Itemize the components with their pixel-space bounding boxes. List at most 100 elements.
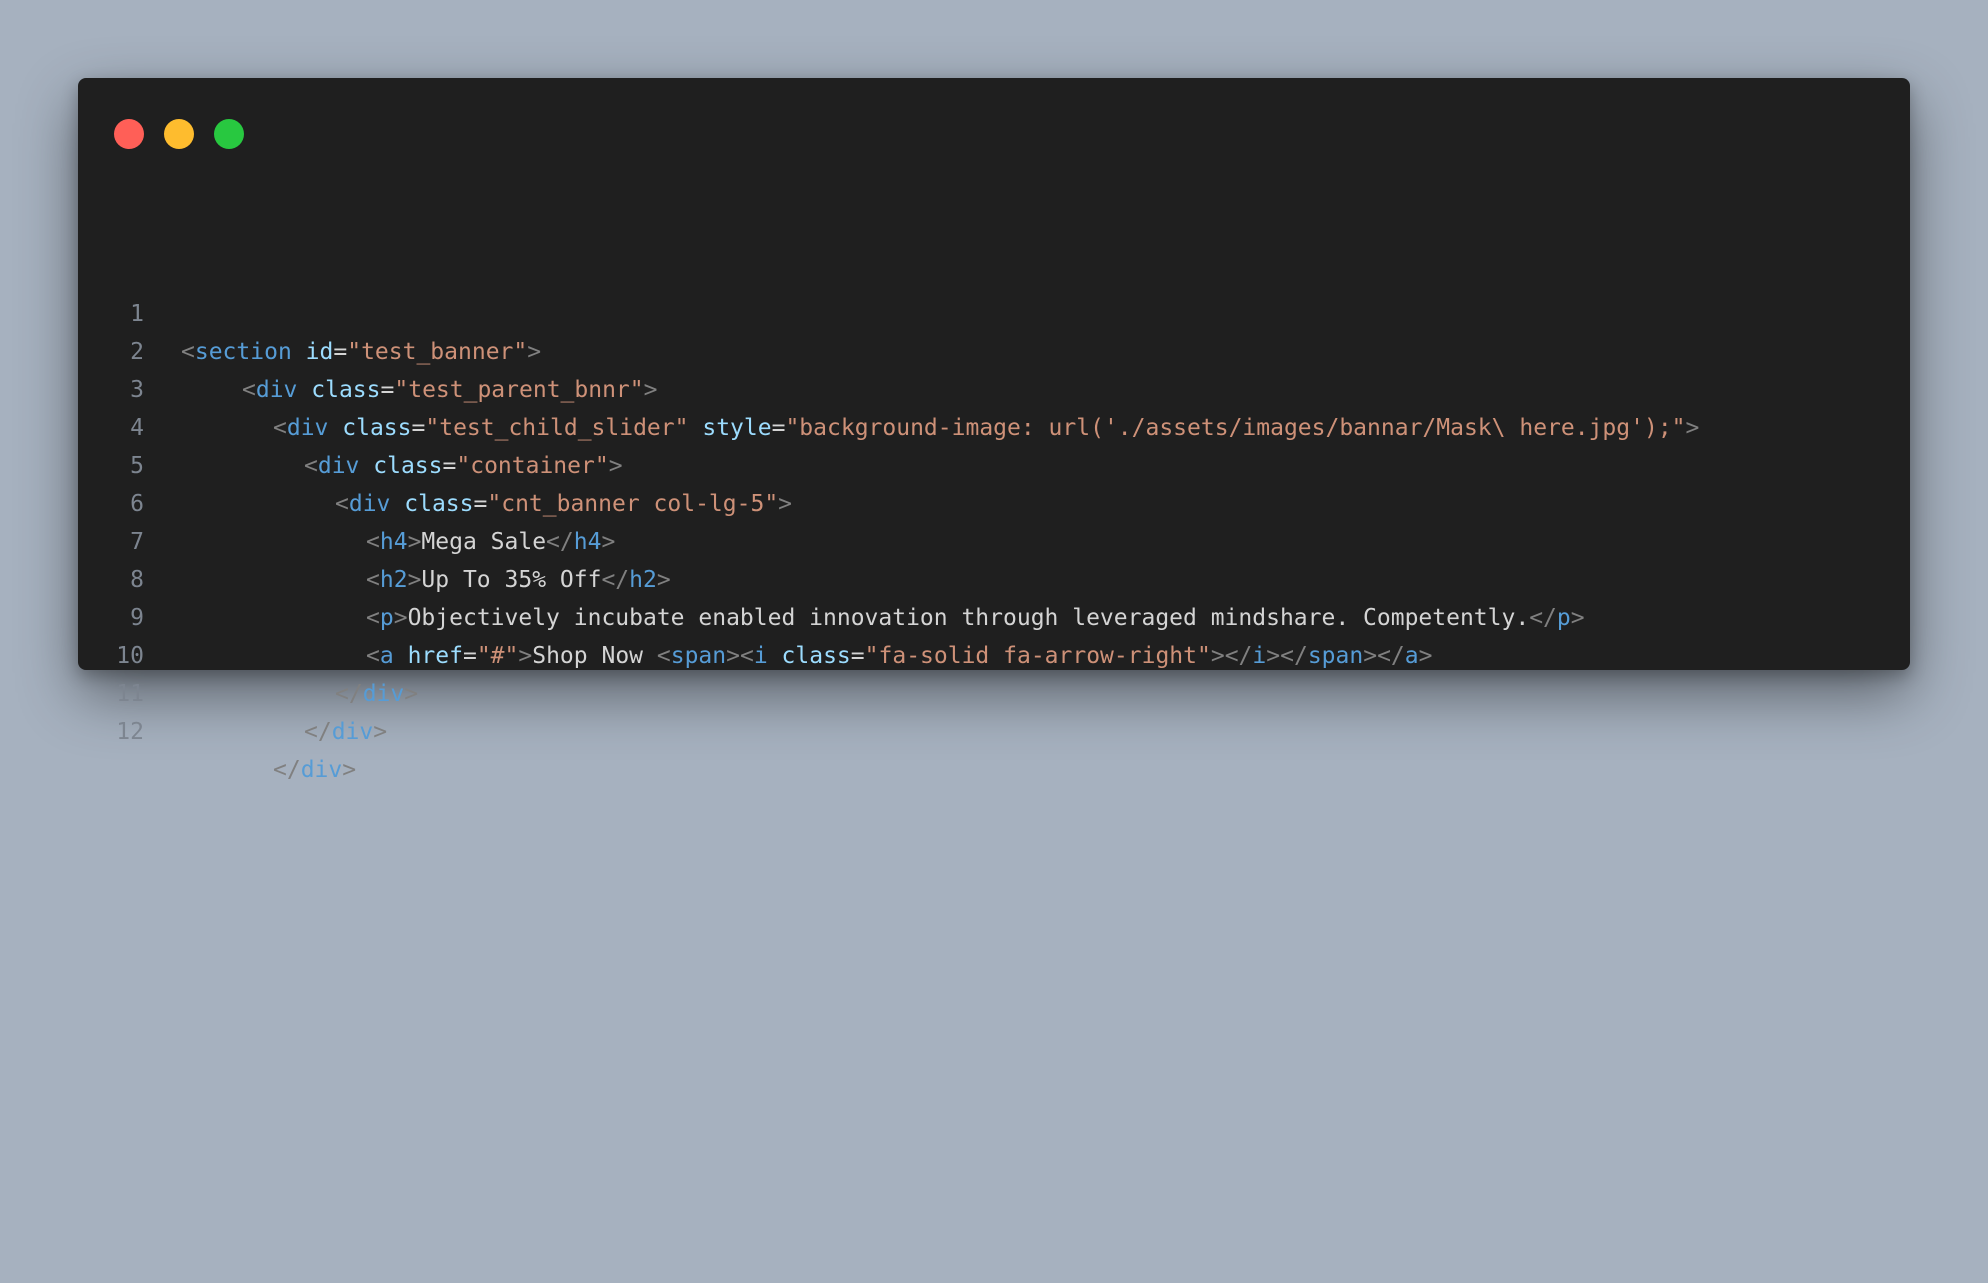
code-token: div [331, 719, 374, 745]
code-token: a [379, 643, 394, 669]
code-text: <section id="test_banner"> [181, 333, 541, 371]
code-token: = [473, 491, 488, 517]
code-token: href [407, 643, 463, 669]
close-dot-icon[interactable] [114, 119, 144, 149]
code-token: > [1210, 643, 1225, 669]
code-line: 7 <h2>Up To 35% Off</h2> [78, 485, 671, 593]
line-number: 12 [116, 719, 144, 745]
code-line: 4 <div class="container"> [78, 371, 622, 479]
code-token: Mega Sale [421, 529, 547, 555]
code-token: Shop Now [532, 643, 657, 669]
code-token: > [407, 567, 422, 593]
code-token: > [1570, 605, 1585, 631]
code-token: > [608, 453, 623, 479]
code-token: < [366, 567, 380, 593]
code-token: h4 [379, 529, 408, 555]
code-token: = [411, 415, 426, 441]
code-token: class [311, 377, 381, 403]
code-text: <div class="test_parent_bnnr"> [242, 371, 657, 409]
code-text: <a href="#">Shop Now <span><i class="fa-… [366, 637, 1433, 675]
code-token: = [771, 415, 786, 441]
code-token: < [304, 453, 318, 479]
code-token: > [518, 643, 533, 669]
code-token: > [407, 529, 422, 555]
code-token: div [362, 681, 405, 707]
code-token: div [300, 757, 343, 783]
code-token: > [1418, 643, 1433, 669]
code-text: </div> [335, 675, 418, 713]
code-token: > [601, 529, 616, 555]
code-text: <div class="container"> [304, 447, 623, 485]
code-text: <div class="test_child_slider" style="ba… [273, 409, 1699, 447]
code-line: 8 <p>Objectively incubate enabled innova… [78, 523, 1584, 631]
code-text: <div class="cnt_banner col-lg-5"> [335, 485, 792, 523]
code-token: h2 [379, 567, 408, 593]
code-token: </ [1224, 643, 1253, 669]
code-token: > [527, 339, 542, 365]
code-token: "#" [476, 643, 519, 669]
code-line: 3 <div class="test_child_slider" style="… [78, 333, 1699, 441]
code-token: p [1556, 605, 1571, 631]
code-token: < [335, 491, 349, 517]
code-token: a [1404, 643, 1419, 669]
code-token: = [462, 643, 477, 669]
code-text: <h4>Mega Sale</h4> [366, 523, 615, 561]
code-line: 5 <div class="cnt_banner col-lg-5"> [78, 409, 792, 517]
code-token: class [781, 643, 851, 669]
code-token: </ [1280, 643, 1308, 669]
code-token: < [656, 643, 671, 669]
code-text: </div> [273, 751, 356, 789]
code-token: div [317, 453, 360, 479]
code-token: > [404, 681, 419, 707]
code-token: < [366, 605, 380, 631]
code-token: > [726, 643, 740, 669]
code-text: <p>Objectively incubate enabled innovati… [366, 599, 1585, 637]
code-block: 1 <section id="test_banner"> 2 <div clas… [78, 257, 1910, 1283]
code-token: < [181, 339, 195, 365]
code-token: style [702, 415, 772, 441]
code-token: = [333, 339, 348, 365]
code-token: = [380, 377, 395, 403]
code-token: Up To 35% Off [421, 567, 602, 593]
code-line: 12 </div> [78, 675, 356, 783]
code-line: 2 <div class="test_parent_bnnr"> [78, 295, 657, 403]
code-token: "test_parent_bnnr" [394, 377, 644, 403]
code-token: < [739, 643, 754, 669]
code-token: i [1252, 643, 1267, 669]
code-token: div [348, 491, 391, 517]
code-token: > [656, 567, 671, 593]
code-token: > [643, 377, 658, 403]
code-token: "cnt_banner col-lg-5" [487, 491, 779, 517]
code-token: > [1266, 643, 1281, 669]
code-token: < [242, 377, 256, 403]
code-token: > [342, 757, 357, 783]
code-token: class [342, 415, 412, 441]
code-token: "test_child_slider" [425, 415, 689, 441]
minimize-dot-icon[interactable] [164, 119, 194, 149]
code-token: > [393, 605, 408, 631]
code-token: class [404, 491, 474, 517]
code-text: </div> [304, 713, 387, 751]
code-token: </ [1377, 643, 1405, 669]
maximize-dot-icon[interactable] [214, 119, 244, 149]
code-window: 1 <section id="test_banner"> 2 <div clas… [78, 78, 1910, 783]
code-token: "test_banner" [347, 339, 528, 365]
code-token: </ [1529, 605, 1557, 631]
code-token: div [286, 415, 329, 441]
code-token: > [373, 719, 388, 745]
code-token: < [273, 415, 287, 441]
code-token: "fa-solid fa-arrow-right" [864, 643, 1211, 669]
code-token: > [778, 491, 793, 517]
code-token: span [1307, 643, 1364, 669]
code-token: = [850, 643, 865, 669]
code-line: 6 <h4>Mega Sale</h4> [78, 447, 615, 555]
code-token: < [366, 643, 380, 669]
code-token: div [255, 377, 298, 403]
code-token: span [670, 643, 727, 669]
code-line: 1 <section id="test_banner"> [78, 257, 541, 365]
code-token: Objectively incubate enabled innovation … [407, 605, 1530, 631]
